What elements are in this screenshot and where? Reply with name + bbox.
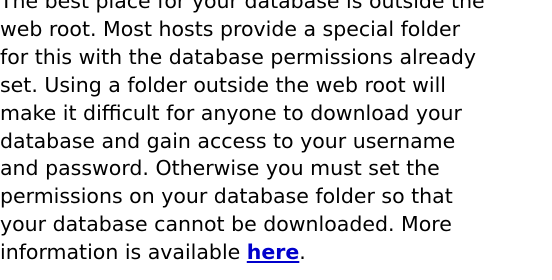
more-info-link[interactable]: here — [247, 240, 300, 264]
paragraph-line: web root. Most hosts provide a special f… — [0, 16, 461, 41]
paragraph-line: permissions on your database folder so t… — [0, 184, 453, 209]
help-paragraph: The best place for your database is outs… — [0, 0, 548, 267]
paragraph-line: set. Using a folder outside the web root… — [0, 72, 446, 97]
paragraph-line: The best place for your database is outs… — [0, 0, 485, 13]
paragraph-line: and password. Otherwise you must set the — [0, 156, 440, 181]
paragraph-last-line: information is available here. — [0, 239, 548, 267]
last-line-prefix: information is available — [0, 240, 247, 265]
paragraph-line: database and gain access to your usernam… — [0, 128, 456, 153]
paragraph-line: your database cannot be downloaded. More — [0, 212, 452, 237]
last-line-suffix: . — [299, 240, 306, 265]
paragraph-line: make it difficult for anyone to download… — [0, 100, 462, 125]
paragraph-line: for this with the database permissions a… — [0, 44, 477, 69]
